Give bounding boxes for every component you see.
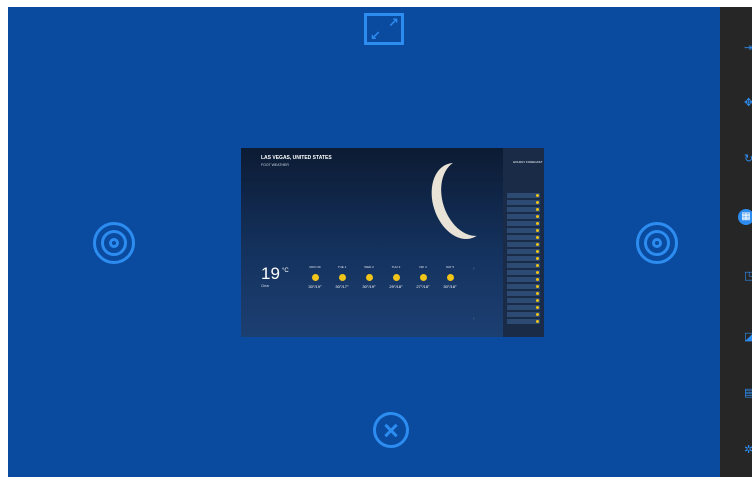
temperature: 19 — [261, 264, 280, 283]
hour-row — [507, 284, 540, 289]
forecast-day: FRI 4 27°/18° — [416, 265, 430, 289]
hour-row — [507, 242, 540, 247]
hour-row — [507, 214, 540, 219]
sidebar-header: HOURLY FORECAST — [513, 160, 543, 164]
hour-row — [507, 263, 540, 268]
forecast-day: WED 2 30°/19° — [362, 265, 376, 289]
expand-button[interactable]: ↙ ↗ — [364, 13, 404, 45]
app-frame: ↙ ↗ LAS VEGAS, UNITED STATES FOOT WEATHE… — [0, 0, 752, 477]
trash-icon[interactable]: ◳ — [744, 271, 752, 282]
calendar-icon[interactable]: ▦ — [738, 209, 752, 225]
app-thumbnail[interactable]: LAS VEGAS, UNITED STATES FOOT WEATHER 19… — [241, 148, 544, 337]
hour-row — [507, 270, 540, 275]
snap-right-target[interactable] — [636, 222, 678, 264]
sun-icon — [365, 274, 373, 281]
close-circle-icon — [373, 412, 409, 448]
target-icon — [636, 222, 678, 264]
right-icon-bar: ⇥ ✥ ↻ ▦ ◳ ◪ ▤ ✲ — [720, 7, 752, 477]
moon-image — [422, 156, 497, 247]
settings-icon[interactable]: ✲ — [744, 445, 752, 456]
conditions: Clear — [261, 284, 270, 288]
source-label: FOOT WEATHER — [261, 163, 289, 167]
hour-row — [507, 207, 540, 212]
hour-row — [507, 312, 540, 317]
next-arrow-icon: › — [473, 316, 475, 322]
hour-row — [507, 277, 540, 282]
snap-left-target[interactable] — [93, 222, 135, 264]
hour-row — [507, 319, 540, 324]
next-arrow-icon: › — [473, 266, 475, 272]
hour-row — [507, 200, 540, 205]
hour-row — [507, 298, 540, 303]
sun-icon — [311, 274, 319, 281]
move-icon[interactable]: ✥ — [744, 98, 752, 109]
hour-row — [507, 291, 540, 296]
forecast-day: TUE 1 30°/17° — [335, 265, 349, 289]
temperature-unit: °C — [282, 268, 289, 274]
sun-icon — [446, 274, 454, 281]
target-icon — [93, 222, 135, 264]
hourly-sidebar: HOURLY FORECAST — [503, 148, 544, 337]
hour-row — [507, 305, 540, 310]
forecast-day: MON 30 30°/19° — [308, 265, 322, 289]
expand-icon: ↙ ↗ — [364, 13, 404, 45]
tag-icon[interactable]: ◪ — [744, 332, 752, 343]
hour-row — [507, 249, 540, 254]
city-name: LAS VEGAS, UNITED STATES — [261, 155, 332, 161]
grid-icon[interactable]: ▤ — [744, 388, 752, 399]
sun-icon — [419, 274, 427, 281]
forecast-day: SAT 5 30°/18° — [443, 265, 457, 289]
forecast-day: THU 3 29°/18° — [389, 265, 403, 289]
sun-icon — [392, 274, 400, 281]
refresh-icon[interactable]: ↻ — [744, 154, 752, 165]
sign-in-icon[interactable]: ⇥ — [744, 43, 752, 54]
close-button[interactable] — [373, 412, 409, 448]
hour-row — [507, 221, 540, 226]
hour-row — [507, 235, 540, 240]
sun-icon — [338, 274, 346, 281]
hour-row — [507, 256, 540, 261]
hour-row — [507, 193, 540, 198]
hour-row — [507, 228, 540, 233]
